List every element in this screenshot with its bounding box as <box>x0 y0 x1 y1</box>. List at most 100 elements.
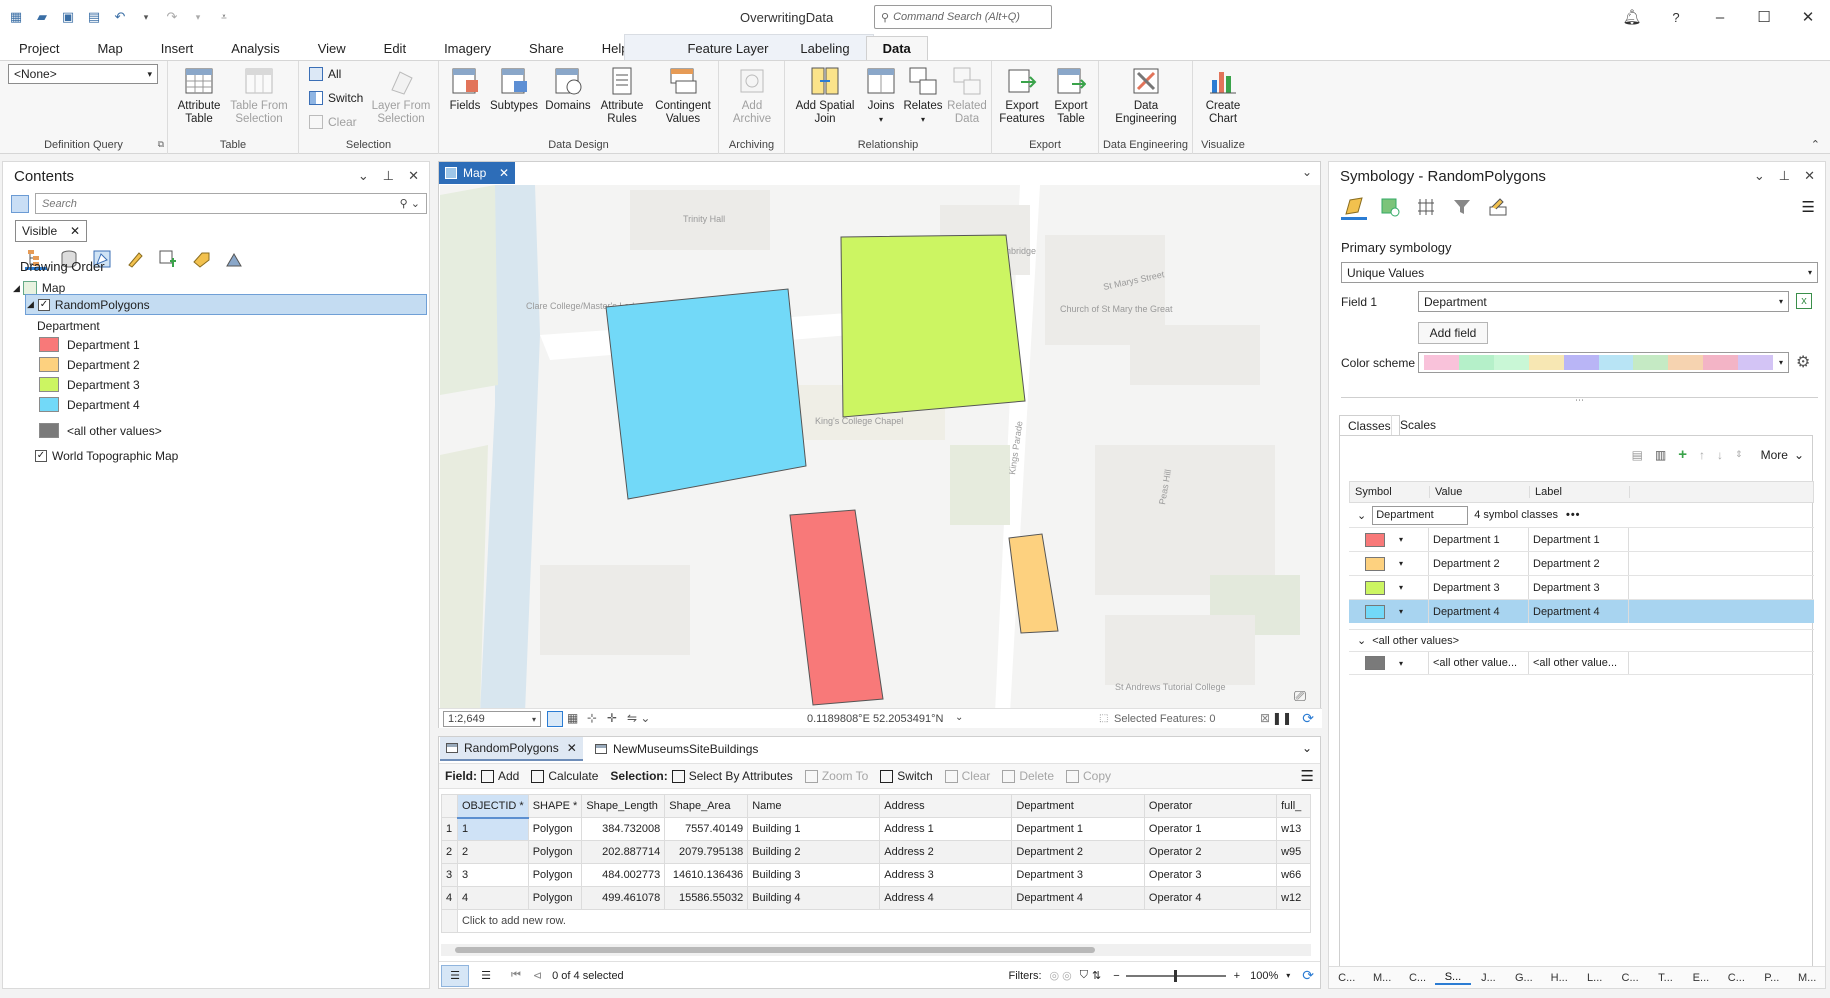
fixed-zoom-icon[interactable] <box>547 711 563 727</box>
fields-button[interactable]: Fields <box>447 65 483 113</box>
chevron-down-icon[interactable]: ▾ <box>1399 607 1403 616</box>
symbol-cell[interactable]: ▾ <box>1349 528 1429 551</box>
menu-icon[interactable]: ☰ <box>1802 198 1815 216</box>
tab-feature-layer[interactable]: Feature Layer <box>671 36 784 60</box>
dock-tab[interactable]: P... <box>1754 972 1789 984</box>
more-options-icon[interactable]: ••• <box>1566 509 1581 521</box>
legend-item-other[interactable]: <all other values> <box>39 423 162 438</box>
map-extent-icon[interactable]: ⊠ <box>1260 711 1270 725</box>
add-spatial-join-button[interactable]: Add Spatial Join <box>793 65 857 126</box>
table-cell[interactable]: Polygon <box>527 817 583 841</box>
column-header[interactable]: full_ <box>1276 794 1311 818</box>
symbol-swatch[interactable] <box>1365 580 1385 595</box>
chevron-down-icon[interactable]: ▾ <box>1399 535 1403 544</box>
snapping-icon[interactable]: ⊹ <box>587 711 597 725</box>
map-tab[interactable]: Map ✕ <box>439 162 515 184</box>
pause-drawing-icon[interactable]: ❚❚ <box>1272 711 1292 725</box>
table-cell[interactable]: Polygon <box>527 886 583 910</box>
chevron-down-icon[interactable]: ⌄ <box>955 712 963 723</box>
rotate-icon[interactable]: ⇋ ⌄ <box>627 711 650 725</box>
show-selected-records-icon[interactable]: ☰ <box>475 969 497 982</box>
table-cell[interactable]: Building 3 <box>747 863 881 887</box>
scale-dropdown[interactable]: 1:2,649 ▾ <box>443 711 541 727</box>
add-class-detail-icon[interactable]: ▥ <box>1655 448 1666 462</box>
redo-icon[interactable]: ↷ <box>164 9 180 25</box>
table-cell[interactable]: Building 1 <box>747 817 881 841</box>
delete-button[interactable]: Delete <box>1002 769 1054 783</box>
close-icon[interactable]: ✕ <box>567 741 577 755</box>
tab-insert[interactable]: Insert <box>142 36 213 60</box>
zoom-in-icon[interactable]: + <box>1234 970 1240 982</box>
heading-field-input[interactable]: Department <box>1372 505 1469 525</box>
class-label[interactable]: Department 4 <box>1529 600 1629 623</box>
chevron-down-icon[interactable]: ▾ <box>1399 659 1403 668</box>
table-cell[interactable]: Operator 3 <box>1143 863 1278 887</box>
table-cell[interactable]: 384.732008 <box>581 817 666 841</box>
column-header[interactable]: Address <box>879 794 1013 818</box>
column-header[interactable]: SHAPE * <box>527 794 583 818</box>
tab-project[interactable]: Project <box>0 36 78 60</box>
definition-query-dropdown[interactable]: <None> ▾ <box>8 64 158 84</box>
chevron-down-icon[interactable]: ⌄ <box>1302 165 1312 179</box>
tab-data[interactable]: Data <box>865 36 928 60</box>
legend-item[interactable]: Department 2 <box>39 357 140 372</box>
tab-labeling[interactable]: Labeling <box>784 36 865 60</box>
table-row[interactable]: 4 4 Polygon 499.461078 15586.55032 Build… <box>441 886 1311 910</box>
contingent-values-button[interactable]: Contingent Values <box>651 65 715 126</box>
table-cell[interactable]: w13 <box>1276 817 1311 841</box>
filter-by-extent-icon[interactable]: ◎ ◎ <box>1050 969 1072 982</box>
column-header[interactable]: Name <box>747 794 881 818</box>
chevron-down-icon[interactable]: ▾ <box>1286 971 1290 980</box>
table-cell[interactable]: w66 <box>1276 863 1311 887</box>
table-cell[interactable]: Address 2 <box>879 840 1013 864</box>
legend-item[interactable]: Department 4 <box>39 397 140 412</box>
subtypes-button[interactable]: Subtypes <box>489 65 539 113</box>
symbol-swatch[interactable] <box>1365 604 1385 619</box>
row-number[interactable]: 1 <box>441 817 458 841</box>
table-cell[interactable]: 15586.55032 <box>664 886 749 910</box>
symbol-swatch[interactable] <box>1365 532 1385 547</box>
legend-item[interactable]: Department 1 <box>39 337 140 352</box>
color-scheme-dropdown[interactable]: ▾ <box>1418 352 1789 373</box>
table-cell[interactable]: 2079.795138 <box>664 840 749 864</box>
symbol-cell[interactable]: ▾ <box>1349 652 1429 674</box>
table-tab-randompolygons[interactable]: RandomPolygons ✕ <box>440 737 583 761</box>
table-row[interactable]: 3 3 Polygon 484.002773 14610.136436 Buil… <box>441 863 1311 887</box>
help-icon[interactable]: ? <box>1654 0 1698 34</box>
tab-view[interactable]: View <box>299 36 365 60</box>
table-from-selection-button[interactable]: Table From Selection <box>226 65 292 126</box>
clear-button[interactable]: Clear <box>944 769 990 783</box>
data-engineering-button[interactable]: Data Engineering <box>1109 65 1183 126</box>
symbol-cell[interactable]: ▾ <box>1349 600 1429 623</box>
notifications-icon[interactable]: 🔔︎ <box>1610 0 1654 34</box>
list-by-perspective-imagery-icon[interactable] <box>223 248 245 270</box>
table-cell[interactable]: Building 4 <box>747 886 881 910</box>
table-cell[interactable]: w95 <box>1276 840 1311 864</box>
expand-icon[interactable]: ◢ <box>13 283 20 294</box>
tab-analysis[interactable]: Analysis <box>212 36 298 60</box>
table-cell[interactable]: 2 <box>456 840 529 864</box>
table-menu-icon[interactable]: ☰ <box>1301 767 1314 785</box>
field1-dropdown[interactable]: Department ▾ <box>1418 291 1789 312</box>
table-cell[interactable]: Department 3 <box>1011 863 1145 887</box>
add-field-button[interactable]: Add field <box>1418 322 1488 344</box>
list-view-icon[interactable]: ▤ <box>1632 448 1643 462</box>
redo-dropdown-icon[interactable]: ▾ <box>190 9 206 25</box>
row-number[interactable]: 4 <box>441 886 458 910</box>
symbol-class-row[interactable]: ▾ Department 2 Department 2 <box>1349 551 1814 575</box>
tab-edit[interactable]: Edit <box>365 36 425 60</box>
filter-icon[interactable] <box>1449 194 1475 220</box>
column-header[interactable]: Shape_Area <box>664 794 749 818</box>
table-cell[interactable]: Address 4 <box>879 886 1013 910</box>
export-features-button[interactable]: Export Features <box>998 65 1046 126</box>
vary-symbology-icon[interactable] <box>1377 194 1403 220</box>
column-header[interactable]: Department <box>1011 794 1145 818</box>
collapse-icon[interactable]: ⌄ <box>1357 634 1366 647</box>
bookmark-panel-icon[interactable]: ⎚ <box>1294 688 1306 705</box>
table-cell[interactable]: 499.461078 <box>581 886 666 910</box>
create-chart-button[interactable]: Create Chart <box>1199 65 1247 126</box>
new-project-icon[interactable]: ▦ <box>8 9 24 25</box>
clear-selection-button[interactable]: Clear <box>309 115 357 129</box>
layer-basemap[interactable]: ✓ World Topographic Map <box>35 449 178 463</box>
dock-tab[interactable]: C... <box>1329 972 1364 984</box>
